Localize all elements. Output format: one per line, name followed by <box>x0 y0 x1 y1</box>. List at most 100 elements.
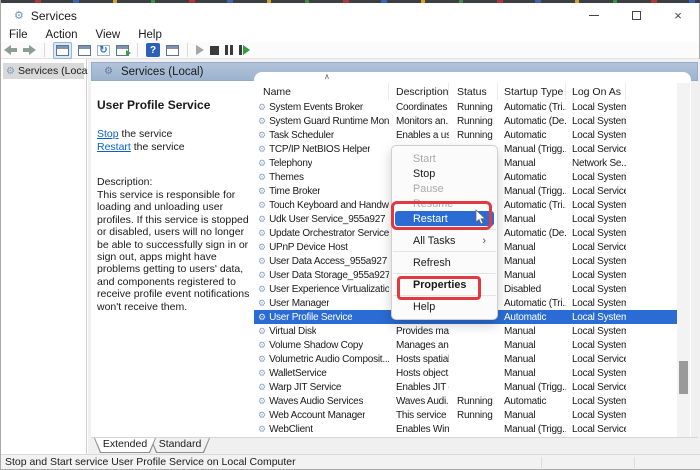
context-menu-item-resume[interactable]: Resume <box>395 196 494 211</box>
start-service-button[interactable] <box>196 45 204 55</box>
service-status-cell: Running <box>457 409 493 421</box>
description-label: Description: <box>97 176 153 188</box>
service-name-cell: ⚙ Task Scheduler <box>254 130 389 141</box>
context-menu-item-properties[interactable]: Properties <box>395 277 494 292</box>
table-row[interactable]: ⚙Warp JIT Service Enables JIT c... Manual … <box>254 380 677 394</box>
table-row[interactable]: ⚙ System Guard Runtime Mon... Monitors an.… <box>254 114 677 128</box>
context-menu-item-refresh[interactable]: Refresh <box>395 255 494 270</box>
menu-view[interactable]: View <box>87 29 130 41</box>
gear-icon: ⚙ <box>258 297 267 308</box>
services-window: ⚙ Services × File Action View Help ↻ ? ⚙ <box>0 0 700 470</box>
context-menu-item-start[interactable]: Start <box>395 151 494 166</box>
service-description-cell: Coordinates ... <box>396 101 449 113</box>
service-name-cell: ⚙ User Profile Service <box>254 312 389 323</box>
export-list-icon <box>116 44 131 56</box>
menu-help[interactable]: Help <box>129 29 171 41</box>
service-log-on-as-cell: Local Service <box>572 381 626 393</box>
table-row[interactable]: ⚙Task Scheduler Enables a us... Running Aut… <box>254 128 677 142</box>
table-row[interactable]: ⚙System Events Broker Coordinates ... Runn… <box>254 100 677 114</box>
status-bar-divider <box>541 457 542 468</box>
gear-icon: ⚙ <box>104 66 113 77</box>
service-name-cell: ⚙ Warp JIT Service <box>254 382 389 393</box>
service-startup-type-cell: Manual <box>504 367 536 379</box>
forward-button[interactable] <box>23 45 36 55</box>
restart-service-button[interactable] <box>239 45 250 55</box>
export-list-button[interactable] <box>116 44 131 56</box>
menu-action[interactable]: Action <box>37 29 87 41</box>
service-log-on-as-cell: Local System <box>572 101 626 113</box>
column-header-status[interactable]: Status <box>449 83 498 100</box>
help-button[interactable]: ? <box>146 43 160 57</box>
table-row[interactable]: ⚙WebClient Enables Win... Manual (Trigg...… <box>254 422 677 436</box>
restart-service-link[interactable]: Restart <box>97 141 131 153</box>
stop-service-link[interactable]: Stop <box>97 128 119 140</box>
stop-service-button[interactable] <box>210 45 219 55</box>
column-header-startup-type[interactable]: Startup Type <box>498 83 566 100</box>
gear-icon: ⚙ <box>258 311 267 322</box>
service-startup-type-cell: Automatic <box>504 171 547 183</box>
context-menu-item-pause[interactable]: Pause <box>395 181 494 196</box>
service-name: User Experience Virtualizatio... <box>269 283 389 295</box>
status-bar-divider <box>634 457 635 468</box>
context-menu-item-restart[interactable]: Restart <box>395 211 494 226</box>
gear-icon: ⚙ <box>258 213 267 224</box>
service-log-on-as-cell: Network Se... <box>572 157 626 169</box>
context-menu-item-help[interactable]: Help <box>395 299 494 314</box>
show-action-pane-button[interactable] <box>166 44 179 56</box>
menu-file[interactable]: File <box>1 29 37 41</box>
service-name: User Data Access_955a927 <box>269 255 388 267</box>
close-button[interactable]: × <box>657 3 699 28</box>
service-name-cell: ⚙ Waves Audio Services <box>254 396 389 407</box>
table-row[interactable]: ⚙Virtual Disk Provides ma... Manual Local S… <box>254 324 677 338</box>
tree-item-services-local[interactable]: ⚙ Services (Local) <box>3 63 93 79</box>
refresh-button[interactable]: ↻ <box>97 44 110 56</box>
table-row[interactable]: ⚙WalletService Hosts object... Manual Local… <box>254 366 677 380</box>
service-startup-type-cell: Manual <box>504 255 536 267</box>
show-console-tree-button[interactable] <box>53 41 72 59</box>
gear-icon: ⚙ <box>258 199 267 210</box>
gear-icon: ⚙ <box>258 395 267 406</box>
tab-standard[interactable]: Standard <box>150 438 210 453</box>
context-menu-item-stop[interactable]: Stop <box>395 166 494 181</box>
table-row[interactable]: ⚙Web Account Manager This service i... Run… <box>254 408 677 422</box>
forward-arrow-icon <box>23 45 36 55</box>
close-icon: × <box>674 8 682 23</box>
service-startup-type-cell: Manual <box>504 157 536 169</box>
restart-service-line: Restart the service <box>97 141 185 153</box>
column-header-log-on-as[interactable]: Log On As <box>566 83 626 100</box>
gear-icon: ⚙ <box>258 367 267 378</box>
back-button[interactable] <box>4 45 17 55</box>
service-name: User Manager <box>269 297 330 309</box>
table-row[interactable]: ⚙Volume Shadow Copy Manages an... Manual Lo… <box>254 338 677 352</box>
title-bar: ⚙ Services × <box>1 3 699 28</box>
service-startup-type-cell: Manual (Trigg... <box>504 143 566 155</box>
service-name: Volume Shadow Copy <box>269 339 363 351</box>
properties-button[interactable] <box>78 44 91 56</box>
minimize-button[interactable] <box>573 3 615 28</box>
console-tree-icon <box>56 44 69 56</box>
service-name-cell: ⚙ UPnP Device Host <box>254 242 389 253</box>
service-name-cell: ⚙ WebClient <box>254 424 389 435</box>
column-header-name[interactable]: Name <box>254 83 389 100</box>
service-startup-type-cell: Disabled <box>504 283 541 295</box>
service-startup-type-cell: Manual <box>504 269 536 281</box>
scrollbar-thumb[interactable] <box>679 361 688 394</box>
gear-icon: ⚙ <box>258 255 267 266</box>
minimize-icon <box>589 15 599 16</box>
pause-service-button[interactable] <box>225 45 233 55</box>
service-log-on-as-cell: Local System <box>572 339 626 351</box>
refresh-icon: ↻ <box>97 44 110 56</box>
tab-extended[interactable]: Extended <box>94 438 156 453</box>
gear-icon: ⚙ <box>258 325 267 336</box>
service-log-on-as-cell: Local System <box>572 115 626 127</box>
service-name: Themes <box>269 171 304 183</box>
table-row[interactable]: ⚙ Waves Audio Services Waves Audi... Runnin… <box>254 394 677 408</box>
column-header-description[interactable]: Description <box>389 83 449 100</box>
selected-service-title: User Profile Service <box>97 98 211 112</box>
service-startup-type-cell: Automatic <box>504 311 547 323</box>
maximize-button[interactable] <box>615 3 657 28</box>
vertical-scrollbar[interactable] <box>677 83 690 437</box>
context-menu-item-all-tasks[interactable]: All Tasks › <box>395 233 494 248</box>
service-name: WalletService <box>269 367 327 379</box>
table-row[interactable]: ⚙ Volumetric Audio Composit... Hosts spati… <box>254 352 677 366</box>
